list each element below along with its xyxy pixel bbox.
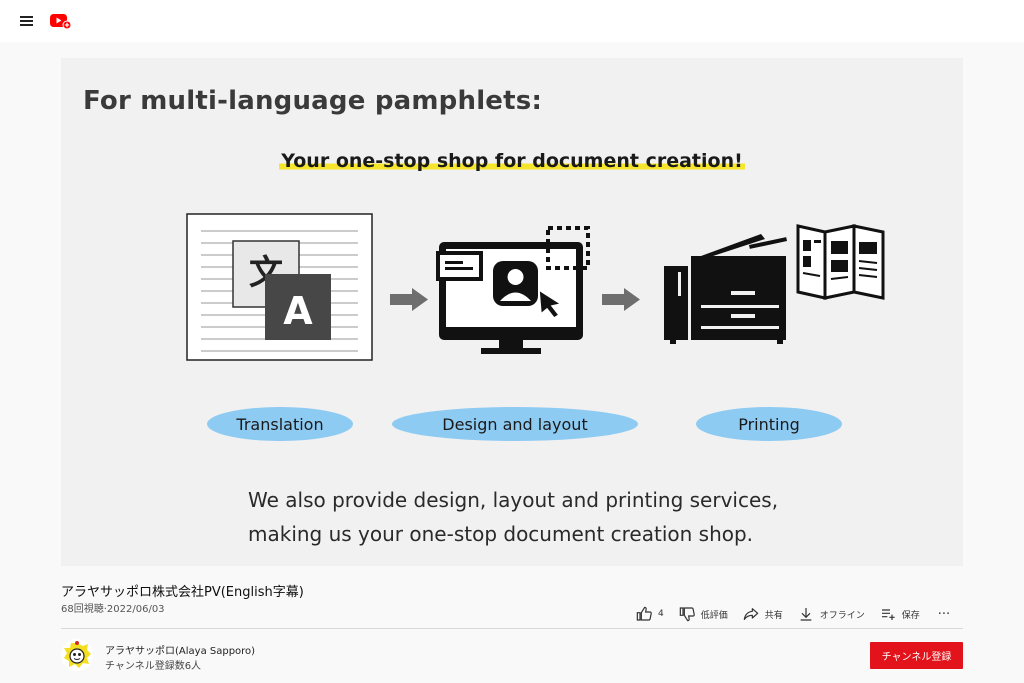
video-title: アラヤサッポロ株式会社PV(English字幕): [61, 585, 304, 600]
offline-button[interactable]: オフライン: [798, 606, 865, 622]
video-meta: 68回視聴·2022/06/03: [61, 604, 165, 615]
dislike-button[interactable]: 低評価: [679, 606, 728, 622]
youtube-logo-icon[interactable]: [50, 12, 72, 30]
subscriber-count: チャンネル登録数6人: [105, 661, 202, 672]
channel-avatar[interactable]: [61, 639, 93, 671]
avatar-icon: [61, 639, 93, 671]
translate-icon: 文 A: [186, 213, 373, 361]
copier-icon: [664, 234, 788, 344]
more-button[interactable]: ···: [938, 607, 950, 622]
dislike-label: 低評価: [700, 610, 728, 621]
subscribe-button[interactable]: チャンネル登録: [870, 642, 963, 669]
slide-illustration: 文 A: [186, 213, 885, 361]
arrow-right-icon: [602, 288, 640, 311]
more-icon: ···: [937, 606, 951, 622]
like-count: 4: [658, 609, 664, 619]
download-icon: [800, 608, 812, 621]
video-player[interactable]: For multi-language pamphlets: Your one-s…: [61, 58, 963, 566]
share-button[interactable]: 共有: [743, 606, 783, 622]
step-design-label: Design and layout: [392, 407, 638, 441]
save-button[interactable]: 保存: [880, 606, 920, 622]
share-label: 共有: [764, 610, 783, 621]
translate-target-glyph: A: [283, 289, 313, 333]
offline-label: オフライン: [819, 610, 865, 621]
top-bar: [0, 0, 1024, 42]
save-label: 保存: [901, 610, 920, 621]
slide-body-line: We also provide design, layout and print…: [248, 488, 779, 512]
thumbs-down-icon: [679, 607, 695, 622]
divider: [61, 628, 963, 629]
menu-icon[interactable]: [17, 11, 37, 31]
thumbs-up-icon: [636, 606, 652, 621]
share-icon: [743, 608, 759, 620]
slide-body: We also provide design, layout and print…: [248, 483, 778, 551]
step-translation-label: Translation: [207, 407, 353, 441]
like-button[interactable]: 4: [636, 606, 664, 622]
arrow-right-icon: [390, 288, 428, 311]
playlist-add-icon: [881, 609, 895, 620]
pamphlet-icon: [796, 224, 885, 300]
step-printing-label: Printing: [696, 407, 842, 441]
action-bar: 4 低評価 共有 オフライン 保存 ···: [636, 604, 965, 624]
channel-name[interactable]: アラヤサッポロ(Alaya Sapporo): [105, 642, 255, 657]
monitor-icon: [436, 226, 590, 354]
slide-body-line: making us your one-stop document creatio…: [248, 522, 754, 546]
